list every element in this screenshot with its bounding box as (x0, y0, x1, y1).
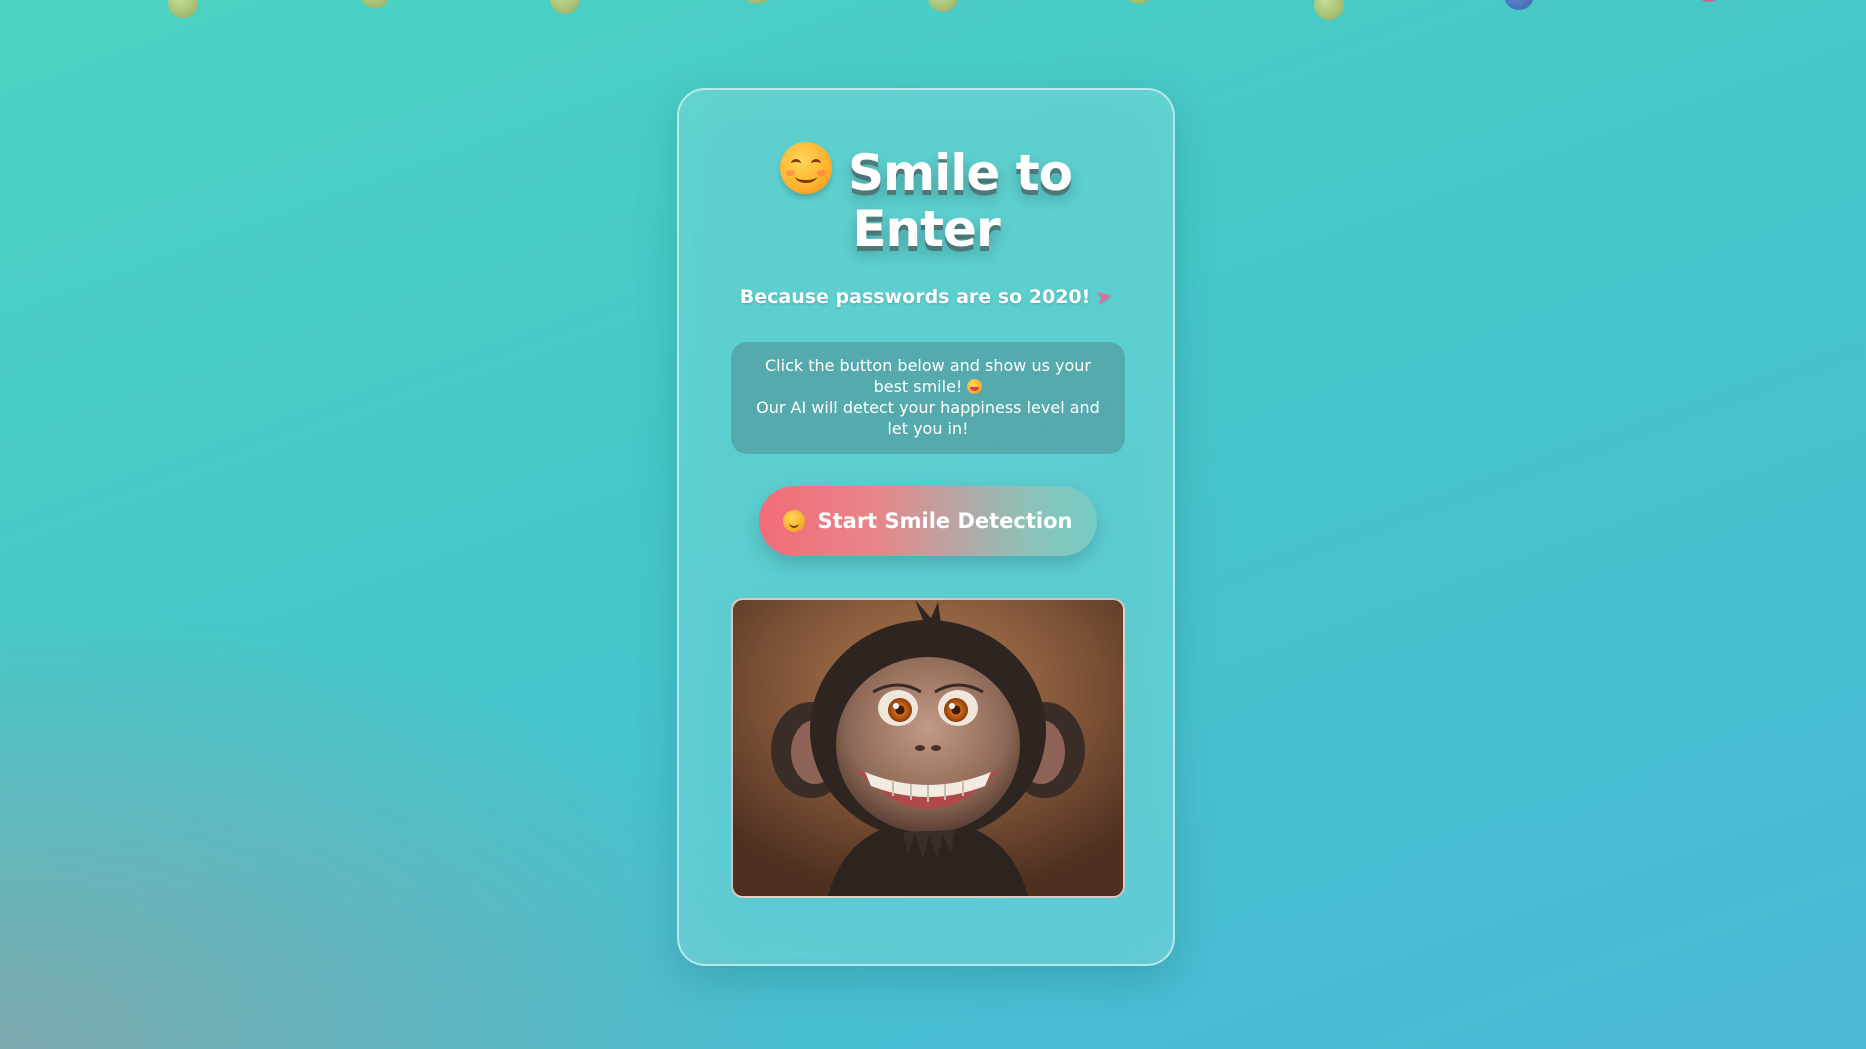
floating-emoji-icon (742, 0, 772, 4)
subtitle: Because passwords are so 2020! ➤ (679, 284, 1173, 310)
floating-emoji-icon (168, 0, 198, 18)
login-card: Smile to Enter Because passwords are so … (677, 88, 1175, 966)
page-title: Smile to Enter (679, 142, 1173, 257)
instructions-text-2: Our AI will detect your happiness level … (756, 398, 1100, 438)
floating-emojis (0, 0, 1866, 30)
floating-emoji-icon (360, 0, 390, 8)
rocket-icon: ➤ (1094, 284, 1115, 310)
instructions-text-1: Click the button below and show us your … (765, 356, 1091, 396)
instructions-box: Click the button below and show us your … (731, 342, 1125, 454)
smiling-face-icon (783, 510, 806, 532)
floating-emoji-icon (550, 0, 580, 14)
grinning-tongue-icon (967, 379, 983, 394)
monkey-illustration (733, 600, 1123, 896)
smiling-face-icon (780, 142, 833, 194)
title-text-line-1: Smile to (848, 144, 1073, 202)
floating-emoji-icon (1694, 0, 1724, 2)
floating-emoji-icon (1124, 0, 1154, 4)
start-button-label: Start Smile Detection (817, 509, 1073, 533)
title-text-line-2: Enter (852, 200, 1000, 258)
floating-emoji-icon (1504, 0, 1534, 10)
floating-emoji-icon (1314, 0, 1344, 20)
instructions-line-1: Click the button below and show us your … (749, 355, 1107, 397)
title-line-1: Smile to (679, 142, 1173, 201)
start-smile-detection-button[interactable]: Start Smile Detection (759, 486, 1097, 556)
subtitle-text: Because passwords are so 2020! (739, 286, 1091, 308)
floating-emoji-icon (928, 0, 958, 12)
monkey-image (731, 598, 1125, 898)
